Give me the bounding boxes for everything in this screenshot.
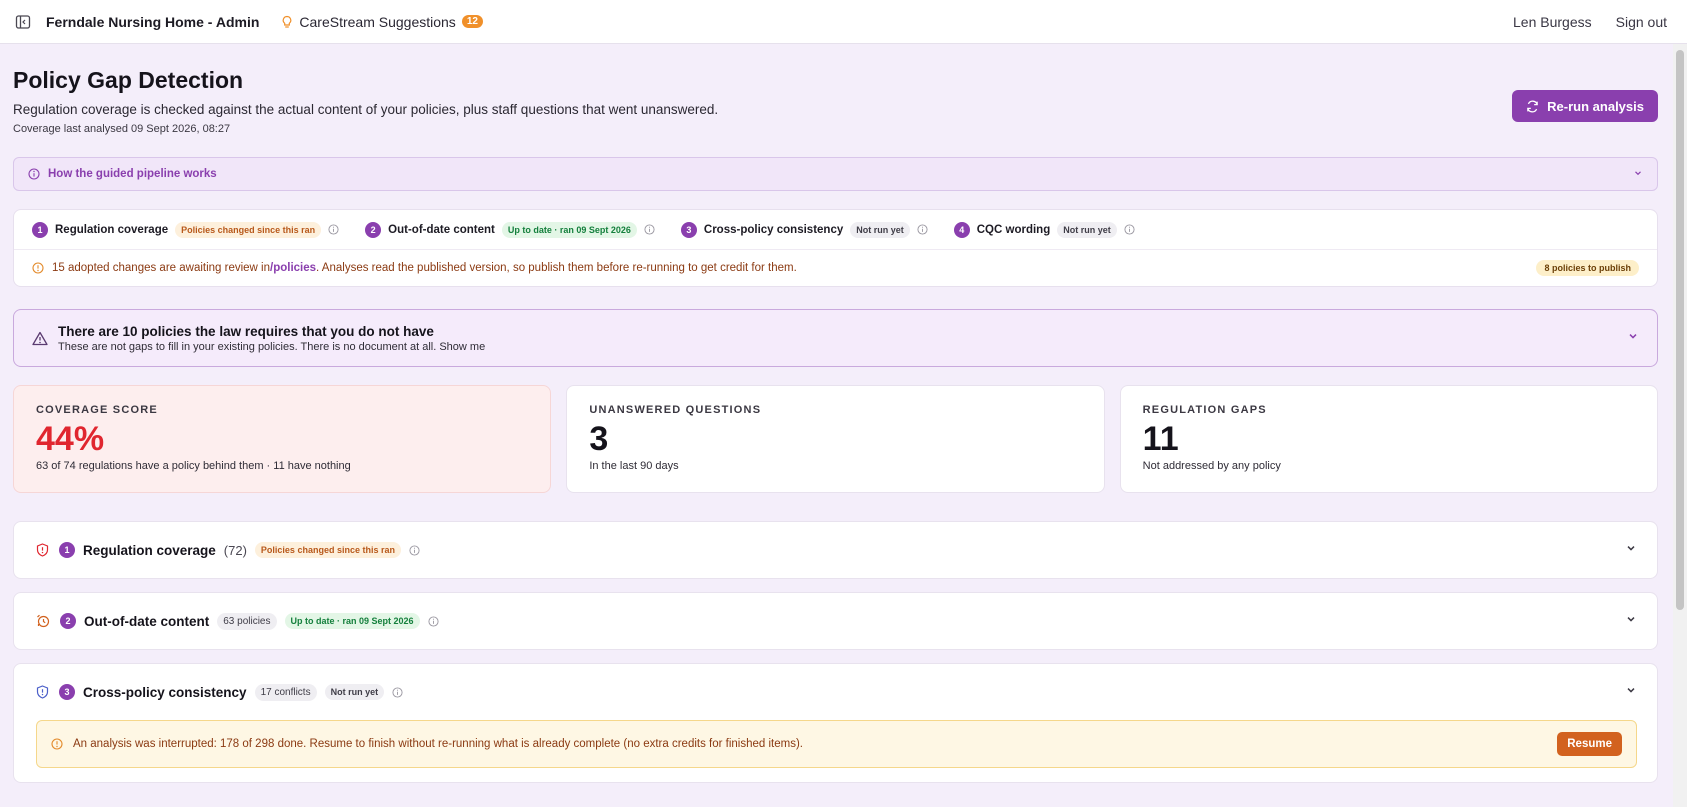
chevron-down-icon[interactable]	[1633, 168, 1643, 181]
section-title: Out-of-date content	[84, 613, 210, 629]
pipeline-step-regulation-coverage[interactable]: 1 Regulation coverage Policies changed s…	[32, 221, 339, 238]
status-badge: Not run yet	[850, 221, 910, 238]
page-title: Policy Gap Detection	[13, 67, 244, 93]
stat-subtext: In the last 90 days	[589, 460, 679, 472]
chevron-down-icon[interactable]	[1627, 329, 1639, 347]
section-header[interactable]: 3 Cross-policy consistency 17 conflicts …	[14, 664, 1657, 720]
info-icon[interactable]	[328, 224, 339, 235]
suggestions-link[interactable]: CareStream Suggestions 12	[281, 14, 483, 30]
pipeline-step-cqc-wording[interactable]: 4 CQC wording Not run yet	[953, 221, 1135, 238]
policies-link[interactable]: /policies	[270, 262, 316, 274]
stat-label: COVERAGE SCORE	[36, 404, 158, 416]
stat-label: UNANSWERED QUESTIONS	[589, 404, 762, 416]
section-cross-policy-consistency: 3 Cross-policy consistency 17 conflicts …	[13, 663, 1658, 783]
info-icon[interactable]	[428, 615, 439, 627]
info-icon[interactable]	[409, 544, 420, 556]
missing-policies-title: There are 10 policies the law requires t…	[58, 323, 434, 339]
publish-warning-pre: 15 adopted changes are awaiting review i…	[52, 262, 271, 274]
shield-alert-icon	[36, 543, 49, 557]
missing-policies-subtitle: These are not gaps to fill in your exist…	[58, 340, 486, 353]
page-subtitle: Regulation coverage is checked against t…	[13, 102, 719, 117]
stat-value: 44%	[36, 420, 105, 458]
suggestions-label: CareStream Suggestions	[299, 13, 456, 30]
stat-value: 3	[589, 420, 609, 458]
step-label: Out-of-date content	[388, 223, 495, 236]
stat-value: 11	[1142, 420, 1179, 458]
section-count: 63 policies	[217, 612, 277, 630]
status-badge: Not run yet	[1057, 221, 1117, 238]
step-number: 4	[953, 221, 970, 238]
missing-policies-banner[interactable]: There are 10 policies the law requires t…	[13, 309, 1658, 367]
refresh-icon	[1526, 100, 1539, 113]
section-header[interactable]: 1 Regulation coverage (72) Policies chan…	[14, 522, 1657, 578]
coverage-score-card: COVERAGE SCORE 44% 63 of 74 regulations …	[13, 385, 552, 493]
clock-alert-icon	[36, 614, 50, 628]
step-number: 3	[680, 221, 697, 238]
chevron-down-icon[interactable]	[1625, 541, 1637, 559]
resume-button[interactable]: Resume	[1557, 732, 1622, 756]
chevron-down-icon[interactable]	[1625, 612, 1637, 630]
section-header[interactable]: 2 Out-of-date content 63 policies Up to …	[14, 593, 1657, 649]
user-name-link[interactable]: Len Burgess	[1513, 14, 1592, 30]
stat-label: REGULATION GAPS	[1142, 404, 1267, 416]
shield-info-icon	[36, 685, 49, 699]
policies-to-publish-badge[interactable]: 8 policies to publish	[1536, 260, 1639, 276]
section-out-of-date-content: 2 Out-of-date content 63 policies Up to …	[13, 592, 1658, 650]
section-number: 1	[59, 542, 75, 558]
how-pipeline-label: How the guided pipeline works	[48, 168, 217, 180]
section-count: 17 conflicts	[254, 683, 317, 701]
publish-warning-post: . Analyses read the published version, s…	[316, 262, 797, 274]
step-label: Cross-policy consistency	[703, 223, 844, 236]
how-pipeline-works-panel[interactable]: How the guided pipeline works	[13, 157, 1658, 191]
pipeline-step-cross-policy[interactable]: 3 Cross-policy consistency Not run yet	[680, 221, 928, 238]
status-badge: Policies changed since this ran	[254, 542, 401, 558]
info-icon[interactable]	[644, 224, 655, 235]
last-analysed-text: Coverage last analysed 09 Sept 2026, 08:…	[13, 123, 231, 135]
status-badge: Not run yet	[324, 684, 385, 700]
stat-subtext: 63 of 74 regulations have a policy behin…	[36, 460, 351, 472]
lightbulb-icon	[281, 15, 293, 29]
info-icon[interactable]	[392, 686, 403, 698]
unanswered-questions-card: UNANSWERED QUESTIONS 3 In the last 90 da…	[566, 385, 1105, 493]
section-regulation-coverage: 1 Regulation coverage (72) Policies chan…	[13, 521, 1658, 579]
pipeline-step-out-of-date[interactable]: 2 Out-of-date content Up to date · ran 0…	[365, 221, 655, 238]
info-icon[interactable]	[917, 224, 928, 235]
stat-subtext: Not addressed by any policy	[1142, 460, 1281, 472]
status-badge: Up to date · ran 09 Sept 2026	[284, 613, 420, 629]
section-title: Regulation coverage	[83, 542, 216, 558]
pipeline-status-card: 1 Regulation coverage Policies changed s…	[13, 209, 1658, 287]
chevron-down-icon[interactable]	[1625, 683, 1637, 701]
suggestions-count-badge: 12	[461, 15, 483, 28]
status-badge: Policies changed since this ran	[175, 221, 322, 238]
warning-triangle-icon	[32, 331, 48, 346]
rerun-label: Re-run analysis	[1547, 98, 1644, 114]
top-bar: Ferndale Nursing Home - Admin CareStream…	[0, 0, 1687, 44]
section-title: Cross-policy consistency	[83, 684, 247, 700]
step-label: CQC wording	[976, 223, 1051, 236]
step-label: Regulation coverage	[55, 223, 169, 236]
main-content: Policy Gap Detection Regulation coverage…	[13, 44, 1658, 783]
warning-circle-icon	[51, 738, 63, 750]
info-icon[interactable]	[1124, 224, 1135, 235]
app-title: Ferndale Nursing Home - Admin	[46, 13, 260, 30]
interrupted-analysis-alert: An analysis was interrupted: 178 of 298 …	[36, 720, 1637, 768]
info-icon	[28, 168, 40, 180]
sidebar-toggle-icon[interactable]	[14, 13, 32, 31]
rerun-analysis-button[interactable]: Re-run analysis	[1512, 90, 1658, 122]
section-count: (72)	[223, 542, 247, 558]
publish-warning: 15 adopted changes are awaiting review i…	[14, 250, 1657, 286]
scrollbar-thumb[interactable]	[1676, 50, 1684, 610]
regulation-gaps-card: REGULATION GAPS 11 Not addressed by any …	[1119, 385, 1658, 493]
step-number: 1	[32, 221, 48, 238]
section-number: 3	[59, 684, 75, 700]
section-number: 2	[60, 613, 76, 629]
sign-out-link[interactable]: Sign out	[1616, 14, 1667, 30]
interrupted-analysis-text: An analysis was interrupted: 178 of 298 …	[73, 738, 803, 750]
warning-circle-icon	[32, 262, 44, 274]
step-number: 2	[365, 221, 382, 238]
status-badge: Up to date · ran 09 Sept 2026	[501, 221, 637, 238]
